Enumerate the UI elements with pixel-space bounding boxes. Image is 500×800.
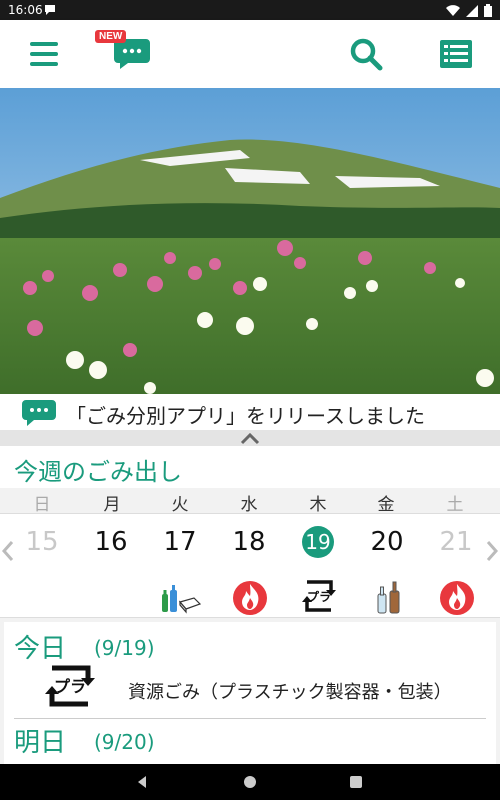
chat-bubble-icon [22,400,56,426]
hamburger-menu-icon [30,42,58,66]
home-icon[interactable] [240,772,260,792]
notification-icon [45,5,55,15]
tomorrow-date: (9/20) [94,730,155,754]
weekday-sun: 日 [33,495,51,515]
weekday-sat: 土 [446,495,464,515]
today-date: (9/19) [94,636,155,660]
divider [14,718,486,719]
day-number: 15 [25,527,59,557]
battery-icon [484,4,492,17]
day-cell[interactable]: 16 [86,524,136,560]
recents-icon[interactable] [346,772,366,792]
weekday-header: 日 月 火 水 木 金 土 [0,488,500,515]
bottles-and-pack-icon [162,585,201,614]
svg-text:プラ: プラ [307,589,331,604]
day-cell[interactable]: 17 [155,524,205,614]
weekday-mon: 月 [103,495,121,515]
day-number: 20 [370,527,404,557]
day-number: 16 [94,527,128,557]
tomorrow-label: 明日 [14,728,67,758]
collapse-toggle[interactable] [0,430,500,446]
burnable-fire-icon [233,581,267,615]
news-banner[interactable]: 「ごみ分別アプリ」をリリースしました [0,394,500,430]
day-cell[interactable]: 20 [362,524,412,614]
new-badge: NEW [95,30,127,43]
chevron-left-icon[interactable] [0,536,16,566]
weekday-thu: 木 [309,495,327,515]
search-button[interactable] [346,34,386,74]
search-icon [350,38,383,71]
weekday-wed: 水 [240,495,258,515]
list-icon [440,40,472,68]
day-number-today: 19 [302,526,334,558]
week-calendar: 15 16 17 18 19 プラ 20 21 [0,514,500,618]
plastic-recycle-icon: プラ [302,580,336,612]
week-title: 今週のごみ出し [14,458,182,486]
schedule-panel: 今日 (9/19) プラ 資源ごみ（プラスチック製容器・包装） 明日 (9/20… [0,618,500,782]
wifi-icon [446,5,460,16]
status-bar: 16:06 [0,0,500,20]
chevron-right-icon[interactable] [484,536,500,566]
weekday-fri: 金 [377,495,395,515]
app-bar [0,20,500,88]
svg-text:プラ: プラ [54,677,86,696]
clock: 16:06 [8,3,43,17]
signal-icon [466,4,478,17]
plastic-recycle-icon: プラ [45,665,95,707]
menu-button[interactable] [24,34,64,74]
list-button[interactable] [436,34,476,74]
day-number: 17 [163,527,197,557]
today-label: 今日 [14,634,67,664]
system-nav-bar [0,764,500,800]
weekday-tue: 火 [171,495,189,515]
glass-bottles-icon [377,581,400,614]
back-icon[interactable] [132,772,152,792]
day-cell[interactable]: 21 [431,524,481,615]
day-cell[interactable]: 18 [224,524,274,615]
news-text: 「ごみ分別アプリ」をリリースしました [66,404,425,428]
today-description: 資源ごみ（プラスチック製容器・包装） [128,682,452,703]
chevron-up-icon [240,432,260,445]
system-icons [446,4,492,17]
day-cell[interactable]: 15 [17,524,67,560]
day-number: 18 [232,527,266,557]
schedule-card[interactable]: 今日 (9/19) プラ 資源ごみ（プラスチック製容器・包装） 明日 (9/20… [4,622,496,782]
day-cell[interactable]: 19 プラ [293,524,343,612]
day-number: 21 [439,527,473,557]
chat-bubble-icon [114,39,150,69]
hero-image [0,88,500,394]
burnable-fire-icon [440,581,474,615]
